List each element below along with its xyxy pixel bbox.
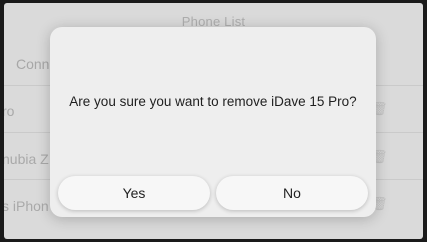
no-button[interactable]: No	[216, 176, 368, 210]
yes-button[interactable]: Yes	[58, 176, 210, 210]
dialog-message: Are you sure you want to remove iDave 15…	[69, 94, 357, 109]
device-screen: Phone List Conn s ro 🗑 nubia Z 🗑 s iPhon…	[4, 3, 423, 239]
confirm-remove-dialog: Are you sure you want to remove iDave 15…	[50, 27, 376, 217]
